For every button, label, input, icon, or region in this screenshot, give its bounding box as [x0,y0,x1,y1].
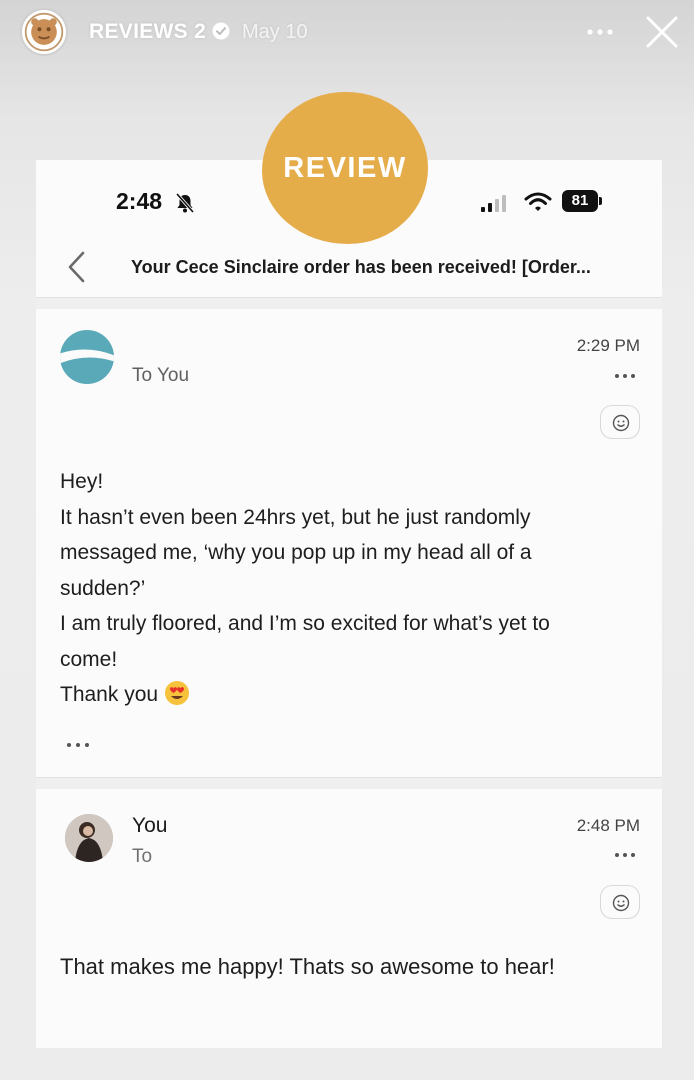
wifi-icon [524,192,552,211]
react-button[interactable] [600,885,640,919]
story-date: May 10 [242,21,308,43]
story-avatar-icon[interactable] [20,8,68,56]
close-icon[interactable] [644,14,680,50]
review-sticker-text: REVIEW [283,152,407,184]
body-line: messaged me, ‘why you pop up in my head … [60,541,532,564]
message-recipient: To You [132,365,190,386]
battery-level: 81 [562,190,598,212]
story-header: REVIEWS 2 May 10 [0,0,694,66]
body-line: sudden?’ [60,576,146,600]
body-line-thanks: Thank you [60,677,640,713]
ellipsis-icon[interactable] [614,373,636,379]
message-time: 2:29 PM [576,336,640,355]
more-icon[interactable] [585,27,615,37]
message-time: 2:48 PM [576,816,640,835]
message-recipient: To [132,846,153,867]
avatar [65,814,113,862]
body-line: come! [60,647,118,671]
signal-icon [481,195,506,212]
bell-slash-icon [175,192,195,214]
reply-body: That makes me happy! Thats so awesome to… [60,954,555,979]
heart-eyes-emoji-icon [165,681,190,705]
ellipsis-icon[interactable] [66,742,90,748]
battery-icon: 81 [562,190,604,212]
body-line: Hey! [60,470,104,493]
smiley-react-icon [612,894,630,912]
divider [36,777,662,789]
status-time: 2:48 [116,188,163,214]
smiley-react-icon [612,414,630,432]
react-button[interactable] [600,405,640,439]
sender-logo-icon [60,330,114,384]
story-account-name[interactable]: REVIEWS 2 [89,20,206,44]
verified-icon [212,22,230,40]
ellipsis-icon[interactable] [614,852,636,858]
back-chevron-icon[interactable] [66,250,88,284]
review-sticker: REVIEW [262,92,428,244]
divider [36,297,662,309]
sender-name: You [132,814,168,837]
email-screenshot: 2:48 81 Your Cece Sinclaire order has be… [36,160,662,1048]
body-line: I am truly floored, and I’m so excited f… [60,612,550,635]
email-subject: Your Cece Sinclaire order has been recei… [131,257,591,277]
battery-tip [599,197,602,205]
body-line: It hasn’t even been 24hrs yet, but he ju… [60,505,531,529]
body-line: Thank you [60,683,159,706]
message-body: Hey! It hasn’t even been 24hrs yet, but … [60,464,640,713]
